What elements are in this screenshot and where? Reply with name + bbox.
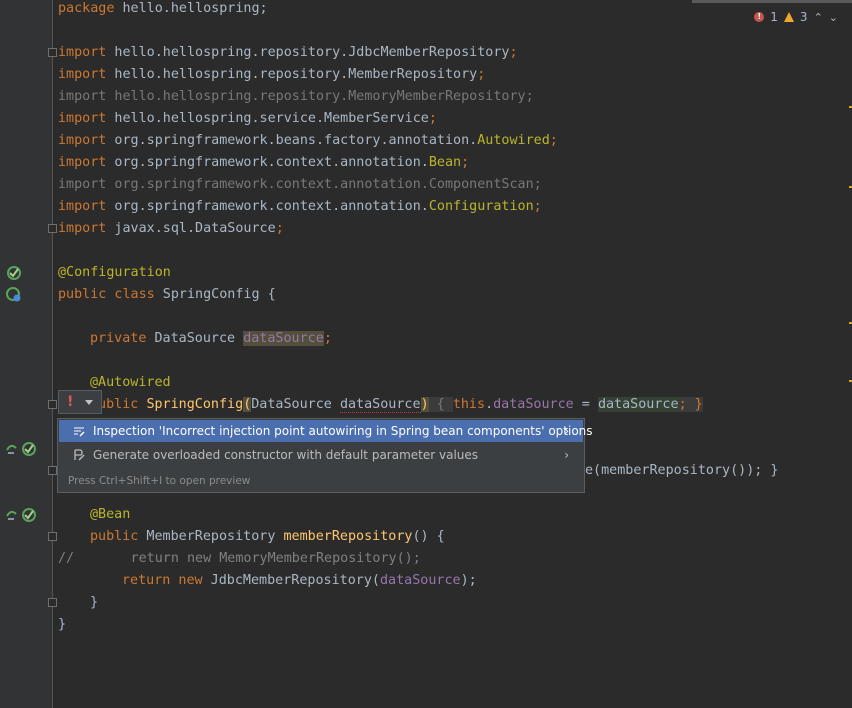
fold-imports-icon[interactable] — [48, 48, 57, 57]
unused-import-line: import org.springframework.context.annot… — [58, 177, 542, 192]
constructor-line: public SpringConfig(DataSource dataSourc… — [90, 397, 703, 413]
dropdown-arrow-icon[interactable] — [85, 400, 93, 405]
import-line: import hello.hellospring.repository.Jdbc… — [58, 45, 518, 60]
intention-bulb[interactable]: ! — [58, 390, 102, 414]
code-editor[interactable]: package hello.hellospring; import hello.… — [58, 0, 852, 708]
intention-actions-popup: Inspection 'Incorrect injection point au… — [57, 418, 593, 493]
field-declaration: private DataSource dataSource; — [90, 331, 332, 346]
chevron-right-icon: › — [564, 448, 569, 462]
import-line: import hello.hellospring.repository.Memb… — [58, 67, 486, 82]
import-line: import org.springframework.beans.factory… — [58, 133, 558, 148]
commented-line: // return new MemoryMemberRepository(); — [58, 551, 421, 566]
import-line: import javax.sql.DataSource; — [58, 221, 284, 236]
fold-imports-end-icon[interactable] — [48, 224, 57, 233]
code-line: package hello.hellospring; — [58, 1, 268, 16]
obscured-line-tail: e(memberRepository()); } — [585, 463, 779, 478]
bean-method-signature: public MemberRepository memberRepository… — [90, 529, 445, 544]
configuration-annotation: @Configuration — [58, 265, 171, 280]
fold-bean-icon[interactable] — [48, 532, 57, 541]
class-close-brace: } — [58, 617, 67, 632]
inspection-options-item[interactable]: Inspection 'Incorrect injection point au… — [59, 420, 593, 442]
bean-class-icon[interactable] — [5, 286, 23, 304]
editor-gutter[interactable] — [0, 0, 53, 708]
fold-method-icon[interactable] — [48, 466, 57, 475]
autowired-annotation: @Autowired — [90, 375, 171, 390]
import-line: import org.springframework.context.annot… — [58, 199, 542, 214]
bean-annotation: @Bean — [90, 507, 131, 522]
bean-config-icon[interactable] — [5, 264, 23, 282]
import-line: import org.springframework.context.annot… — [58, 155, 470, 170]
unused-import-line: import hello.hellospring.repository.Memo… — [58, 89, 534, 104]
generate-constructor-item[interactable]: Generate overloaded constructor with def… — [59, 444, 583, 466]
fold-bean-end-icon[interactable] — [48, 598, 57, 607]
fold-ctor-icon[interactable] — [48, 400, 57, 409]
return-statement: return new JdbcMemberRepository(dataSour… — [122, 573, 477, 588]
inspection-icon — [74, 427, 85, 437]
navigate-bean-icon[interactable] — [5, 440, 37, 458]
generate-icon — [74, 449, 85, 461]
preview-hint: Press Ctrl+Shift+I to open preview — [68, 475, 251, 487]
class-declaration: public class SpringConfig { — [58, 287, 276, 302]
import-line: import hello.hellospring.service.MemberS… — [58, 111, 437, 126]
method-close-brace: } — [90, 595, 99, 610]
chevron-right-icon: › — [564, 424, 569, 438]
navigate-bean-icon-2[interactable] — [5, 506, 37, 524]
error-bulb-icon: ! — [67, 394, 74, 410]
